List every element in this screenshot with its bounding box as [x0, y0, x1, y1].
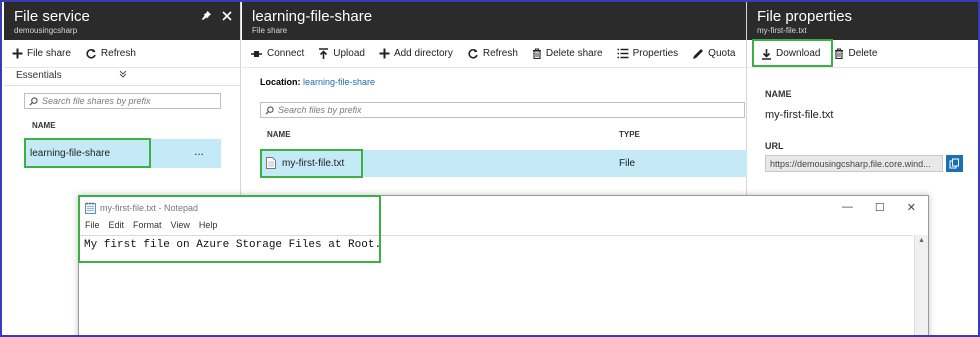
search-icon [265, 105, 274, 115]
pencil-icon [693, 48, 704, 59]
file-row-highlight [260, 149, 363, 178]
chevron-down-icon[interactable] [119, 70, 127, 78]
file-service-toolbar: File share Refresh [4, 40, 240, 68]
file-properties-subtitle: my-first-file.txt [757, 26, 807, 35]
trash-icon [532, 48, 541, 59]
quota-button[interactable]: Quota [692, 48, 735, 60]
delete-share-label: Delete share [545, 48, 603, 59]
location-link[interactable]: learning-file-share [303, 77, 375, 87]
list-icon [617, 48, 629, 59]
notepad-highlight [78, 195, 381, 263]
more-options-button[interactable]: ... [194, 144, 204, 158]
name-label: NAME [765, 89, 792, 99]
file-properties-header: File properties my-first-file.txt [747, 2, 978, 40]
essentials-label: Essentials [16, 70, 62, 81]
screenshot-frame: File service demousingcsharp File share … [0, 0, 980, 337]
minimize-button[interactable]: — [842, 201, 853, 214]
refresh-label: Refresh [482, 48, 518, 59]
refresh-button[interactable]: Refresh [85, 48, 136, 60]
add-file-share-label: File share [27, 48, 71, 59]
add-directory-button[interactable]: Add directory [379, 48, 453, 59]
maximize-button[interactable]: ☐ [875, 201, 885, 214]
file-share-header: learning-file-share File share [242, 2, 746, 40]
connect-icon [251, 50, 262, 57]
file-properties-title: File properties [757, 8, 853, 25]
connect-label: Connect [267, 48, 305, 59]
close-button[interactable]: ✕ [907, 201, 916, 214]
refresh-icon [86, 48, 96, 59]
notepad-scrollbar[interactable]: ▲ [914, 235, 928, 335]
copy-url-button[interactable] [946, 155, 963, 172]
plus-icon [12, 48, 23, 59]
copy-icon [949, 158, 959, 169]
location-label: Location: [260, 77, 301, 87]
file-type: File [619, 158, 636, 169]
file-share-highlight [24, 138, 151, 168]
file-share-toolbar: Connect Upload Add directory Refresh Del… [242, 40, 746, 68]
refresh-label: Refresh [100, 48, 136, 59]
search-icon [29, 96, 38, 106]
location-breadcrumb: Location: learning-file-share [260, 77, 375, 87]
refresh-icon [468, 48, 478, 59]
file-share-search-input[interactable]: Search file shares by prefix [24, 93, 221, 109]
file-service-header: File service demousingcsharp [4, 2, 240, 40]
file-share-search-placeholder: Search file shares by prefix [42, 96, 151, 106]
file-share-subtitle: File share [252, 26, 288, 35]
file-search-placeholder: Search files by prefix [278, 105, 362, 115]
scroll-up-arrow-icon[interactable]: ▲ [918, 237, 925, 244]
add-file-share-button[interactable]: File share [12, 48, 71, 59]
pin-icon[interactable] [201, 10, 212, 21]
trash-icon [835, 48, 844, 59]
upload-icon [319, 47, 329, 59]
url-field[interactable]: https://demousingcsharp.file.core.wind..… [765, 155, 943, 172]
file-search-input[interactable]: Search files by prefix [260, 102, 745, 118]
file-service-subtitle: demousingcsharp [14, 26, 78, 35]
delete-button[interactable]: Delete [834, 48, 877, 59]
url-label: URL [765, 141, 784, 151]
delete-label: Delete [848, 48, 878, 59]
properties-label: Properties [632, 48, 679, 59]
download-highlight [752, 39, 833, 67]
essentials-section[interactable]: Essentials [4, 68, 240, 86]
refresh-button[interactable]: Refresh [467, 48, 518, 60]
upload-button[interactable]: Upload [318, 47, 365, 60]
file-share-title: learning-file-share [252, 8, 373, 25]
add-directory-label: Add directory [393, 48, 453, 59]
delete-share-button[interactable]: Delete share [532, 48, 603, 59]
upload-label: Upload [333, 48, 365, 59]
column-header-name: NAME [32, 121, 56, 130]
name-value: my-first-file.txt [765, 109, 834, 121]
properties-button[interactable]: Properties [617, 48, 679, 59]
column-header-type: TYPE [619, 130, 640, 139]
plus-icon [379, 48, 390, 59]
close-icon[interactable] [222, 10, 232, 21]
connect-button[interactable]: Connect [250, 48, 304, 59]
quota-label: Quota [708, 48, 736, 59]
column-header-name: NAME [267, 130, 291, 139]
